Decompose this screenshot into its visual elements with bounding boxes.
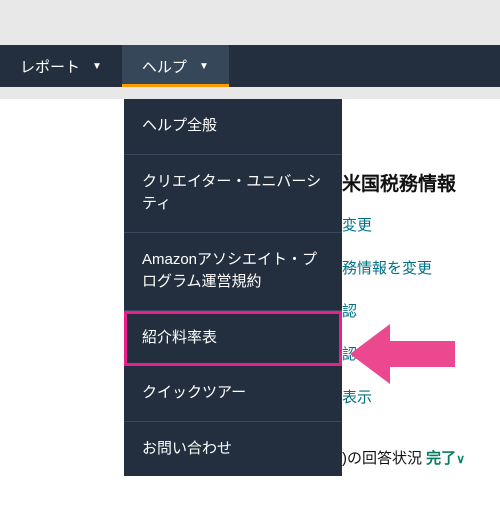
caret-down-icon: ▼ <box>199 61 209 72</box>
bg-link-confirm-1[interactable]: 認 <box>342 300 500 321</box>
nav-report-label: レポート <box>20 56 80 77</box>
sub-spacer <box>0 87 500 99</box>
dropdown-fee-schedule[interactable]: 紹介料率表 <box>124 311 342 367</box>
dropdown-label: Amazonアソシエイト・プログラム運営規約 <box>142 251 317 291</box>
top-spacer <box>0 0 500 45</box>
dropdown-label: 紹介料率表 <box>142 329 217 346</box>
dropdown-creator-university[interactable]: クリエイター・ユニバーシティ <box>124 155 342 233</box>
dropdown-label: クイックツアー <box>142 384 246 401</box>
dropdown-label: クリエイター・ユニバーシティ <box>142 173 321 213</box>
tax-info-heading: 米国税務情報 <box>342 169 500 196</box>
dropdown-label: お問い合わせ <box>142 440 232 457</box>
status-done: 完了 <box>426 450 456 467</box>
chevron-down-icon: ∨ <box>456 452 465 466</box>
status-prefix: )の回答状況 <box>342 450 422 467</box>
dropdown-associates-agreement[interactable]: Amazonアソシエイト・プログラム運営規約 <box>124 233 342 311</box>
arrow-left-icon <box>350 319 460 389</box>
nav-help-label: ヘルプ <box>142 56 187 77</box>
background-content: 米国税務情報 変更 務情報を変更 認 認 表示 )の回答状況 完了∨ <box>342 99 500 468</box>
caret-down-icon: ▼ <box>92 61 102 72</box>
dropdown-quick-tour[interactable]: クイックツアー <box>124 366 342 422</box>
content-area: 米国税務情報 変更 務情報を変更 認 認 表示 )の回答状況 完了∨ ヘルプ全般… <box>0 99 500 513</box>
nav-help[interactable]: ヘルプ ▼ <box>122 45 229 87</box>
dropdown-contact[interactable]: お問い合わせ <box>124 422 342 477</box>
dropdown-label: ヘルプ全般 <box>142 117 217 134</box>
help-dropdown: ヘルプ全般 クリエイター・ユニバーシティ Amazonアソシエイト・プログラム運… <box>124 99 342 476</box>
nav-report[interactable]: レポート ▼ <box>0 45 122 87</box>
status-row: )の回答状況 完了∨ <box>342 447 500 468</box>
dropdown-help-general[interactable]: ヘルプ全般 <box>124 99 342 155</box>
bg-link-change[interactable]: 変更 <box>342 214 500 235</box>
annotation-arrow <box>350 319 460 394</box>
bg-link-tax-change[interactable]: 務情報を変更 <box>342 257 500 278</box>
nav-bar: レポート ▼ ヘルプ ▼ <box>0 45 500 87</box>
